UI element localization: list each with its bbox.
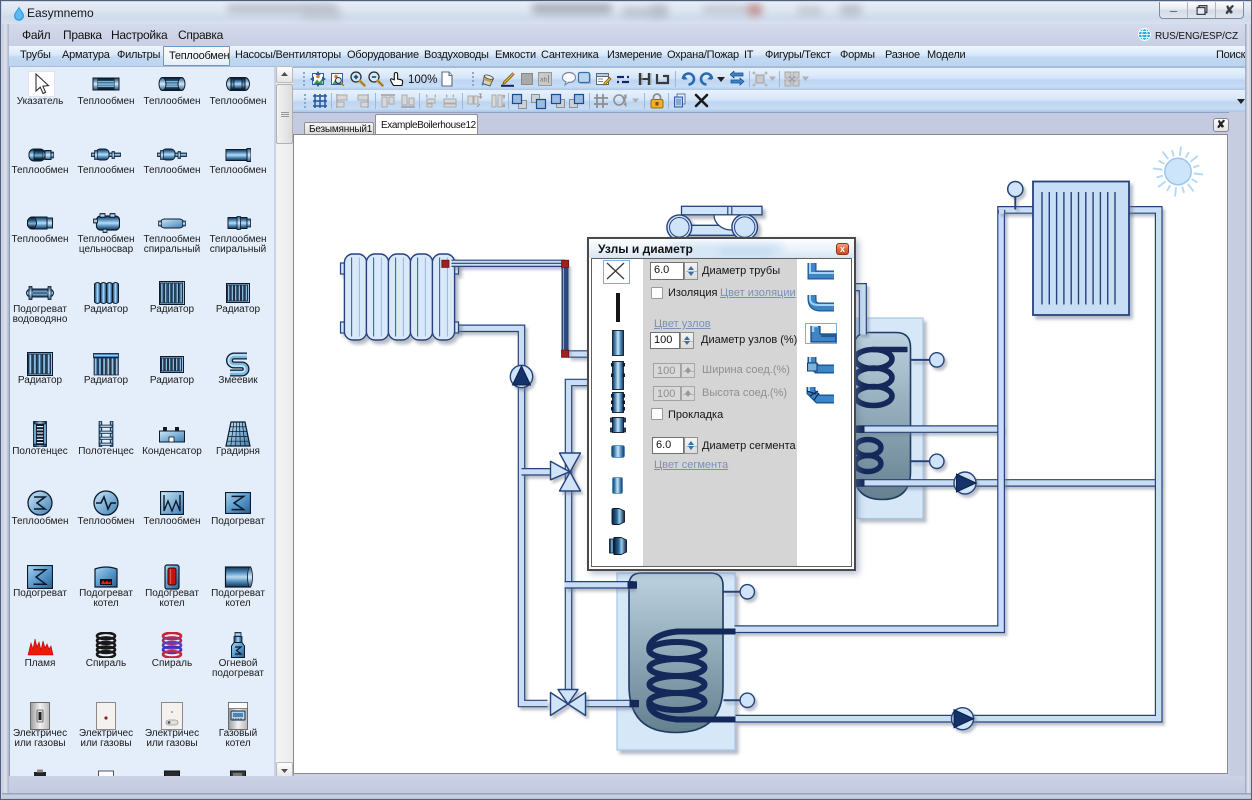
svg-text:ab: ab	[540, 77, 548, 84]
